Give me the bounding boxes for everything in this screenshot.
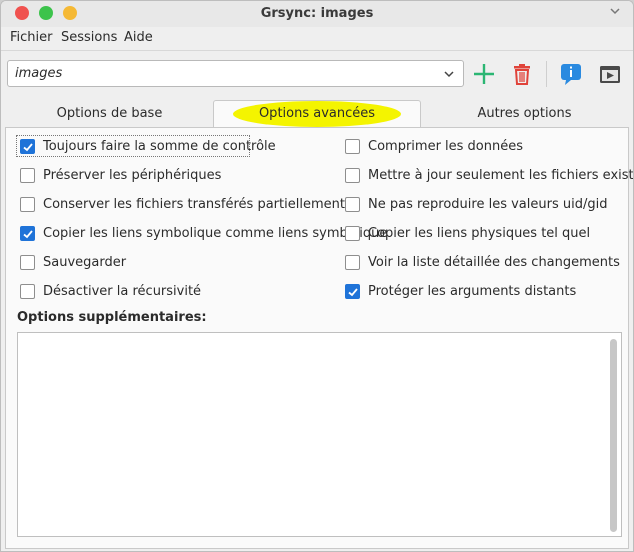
window-title: Grsync: images (260, 6, 374, 21)
checkmark-icon (23, 229, 33, 238)
option-protect-args[interactable]: Protéger les arguments distants (345, 280, 576, 302)
tab-label: Options avancées (232, 101, 402, 127)
add-session-icon[interactable] (471, 61, 497, 87)
checkbox[interactable] (20, 138, 35, 154)
checkbox[interactable] (20, 167, 35, 183)
option-label: Mettre à jour seulement les fichiers exi… (368, 167, 634, 183)
option-label: Préserver les périphériques (43, 167, 222, 183)
extra-options-textarea[interactable] (17, 332, 622, 537)
option-no-uid-gid[interactable]: Ne pas reproduire les valeurs uid/gid (345, 193, 607, 215)
menu-fichier[interactable]: Fichier (10, 30, 53, 45)
checkbox[interactable] (345, 167, 360, 183)
title-bar: Grsync: images (1, 1, 633, 27)
option-keep-partial[interactable]: Conserver les fichiers transférés partie… (20, 193, 345, 215)
vertical-scrollbar[interactable] (610, 339, 617, 532)
extra-options-label: Options supplémentaires: (17, 310, 207, 325)
option-label: Voir la liste détaillée des changements (368, 254, 620, 270)
chevron-down-icon[interactable] (609, 5, 621, 17)
option-label: Copier les liens symbolique comme liens … (43, 225, 388, 241)
checkbox[interactable] (20, 196, 35, 212)
option-update-existing[interactable]: Mettre à jour seulement les fichiers exi… (345, 164, 634, 186)
menu-sessions[interactable]: Sessions (61, 30, 117, 45)
toolbar: images (1, 50, 633, 96)
focus-indicator (16, 135, 250, 157)
option-checksum[interactable]: Toujours faire la somme de contrôle (16, 135, 276, 157)
option-hard-links[interactable]: Copier les liens physiques tel quel (345, 222, 590, 244)
option-label: Conserver les fichiers transférés partie… (43, 196, 345, 212)
advanced-options-page: Toujours faire la somme de contrôle Prés… (5, 127, 633, 549)
tab-options-de-base[interactable]: Options de base (6, 101, 213, 127)
tab-label: Autres options (477, 106, 572, 121)
checkbox[interactable] (345, 196, 360, 212)
delete-session-icon[interactable] (509, 61, 535, 87)
tab-bar: Options de base Options avancées Autres … (1, 96, 633, 128)
option-backup[interactable]: Sauvegarder (20, 251, 126, 273)
chevron-down-icon (444, 71, 454, 78)
option-label: Sauvegarder (43, 254, 127, 270)
tab-options-avancees[interactable]: Options avancées (213, 100, 421, 128)
option-label: Désactiver la récursivité (43, 283, 202, 299)
option-label: Comprimer les données (368, 138, 524, 154)
toolbar-separator (546, 61, 547, 87)
session-value: images (15, 66, 63, 81)
option-no-recursion[interactable]: Désactiver la récursivité (20, 280, 201, 302)
option-preserve-devices[interactable]: Préserver les périphériques (20, 164, 221, 186)
checkbox[interactable] (20, 225, 35, 241)
checkbox[interactable] (345, 283, 360, 299)
checkbox[interactable] (345, 138, 360, 154)
session-combobox[interactable]: images (7, 60, 464, 87)
option-copy-symlinks[interactable]: Copier les liens symbolique comme liens … (20, 222, 387, 244)
option-compress[interactable]: Comprimer les données (345, 135, 523, 157)
tab-autres-options[interactable]: Autres options (421, 101, 628, 127)
checkbox[interactable] (345, 254, 360, 270)
option-label: Copier les liens physiques tel quel (368, 225, 591, 241)
menu-bar: Fichier Sessions Aide (1, 27, 633, 49)
option-itemize-changes[interactable]: Voir la liste détaillée des changements (345, 251, 620, 273)
option-label: Protéger les arguments distants (368, 283, 577, 299)
menu-aide[interactable]: Aide (124, 30, 153, 45)
app-window: Grsync: images Fichier Sessions Aide ima… (0, 0, 634, 552)
info-icon[interactable] (558, 61, 584, 87)
tab-label: Options de base (56, 106, 163, 121)
checkmark-icon (348, 287, 358, 296)
checkbox[interactable] (345, 225, 360, 241)
checkbox[interactable] (20, 283, 35, 299)
run-icon[interactable] (597, 61, 623, 87)
option-label: Ne pas reproduire les valeurs uid/gid (368, 196, 608, 212)
checkmark-icon (23, 142, 33, 151)
checkbox[interactable] (20, 254, 35, 270)
